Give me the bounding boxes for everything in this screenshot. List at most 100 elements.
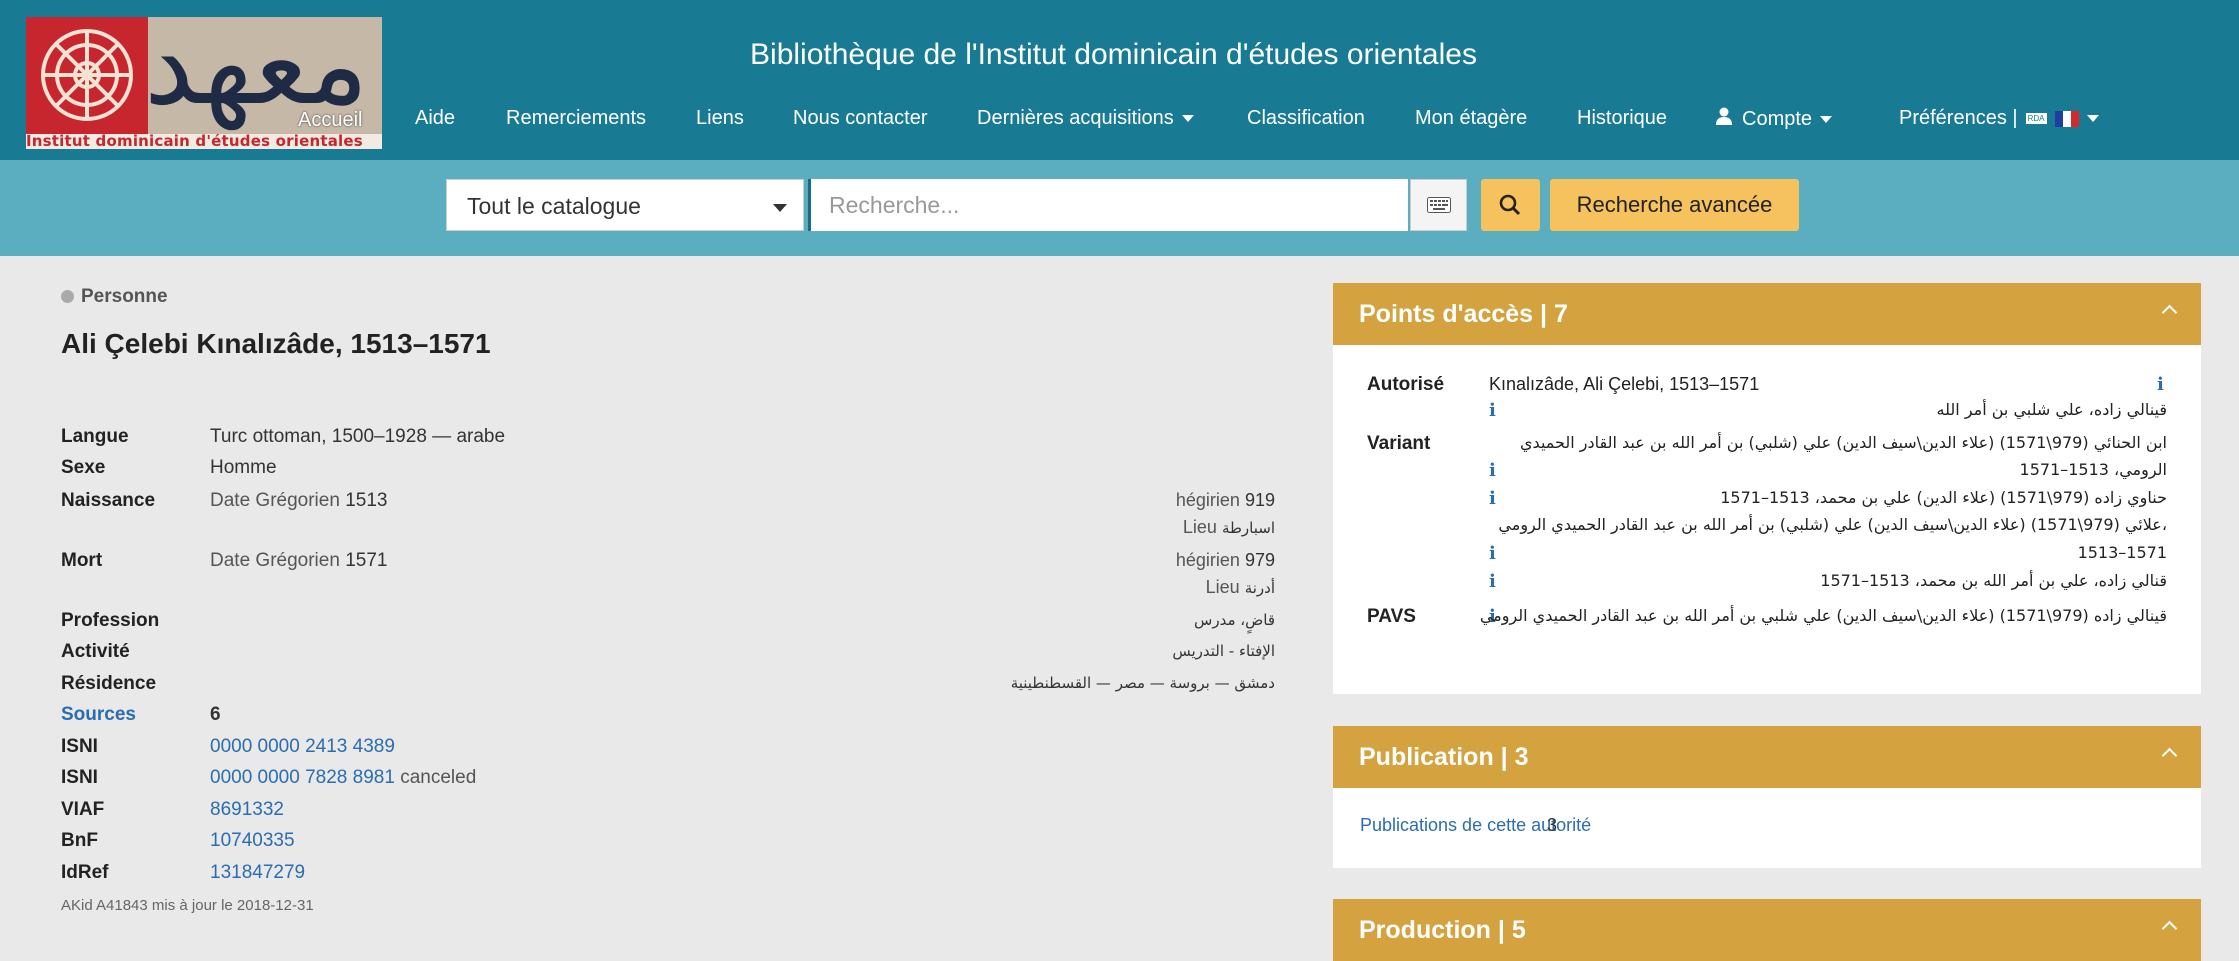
nav-liens[interactable]: Liens: [696, 107, 744, 130]
access-label-autorise: Autorisé: [1367, 374, 1445, 395]
panel-header-production[interactable]: Production | 5: [1333, 899, 2201, 961]
field-label-isni: ISNI: [61, 767, 98, 788]
search-button[interactable]: [1481, 179, 1540, 231]
rda-badge: RDA: [2025, 113, 2047, 125]
search-input[interactable]: [808, 179, 1408, 231]
field-label-viaf: VIAF: [61, 799, 105, 820]
greg-label: Date Grégorien: [210, 490, 340, 511]
hij-label: hégirien: [1175, 550, 1240, 570]
field-label-langue: Langue: [61, 426, 129, 447]
chevron-down-icon: [2086, 115, 2099, 123]
nav-contact[interactable]: Nous contacter: [793, 107, 928, 130]
site-title-text: Bibliothèque de l'Institut dominicain d'…: [750, 38, 1477, 71]
nav-acquisitions-label: Dernières acquisitions: [977, 107, 1174, 129]
search-icon: [1499, 194, 1521, 216]
chevron-up-icon[interactable]: [2161, 747, 2178, 764]
site-title: Bibliothèque de l'Institut dominicain d'…: [0, 38, 2239, 72]
panel-production: Production | 5: [1333, 899, 2201, 961]
panel-publication: Publication | 3 Publications de cette au…: [1333, 726, 2201, 868]
chevron-up-icon[interactable]: [2161, 304, 2178, 321]
hij-year: 979: [1244, 550, 1275, 570]
nav-historique[interactable]: Historique: [1577, 107, 1667, 130]
chevron-up-icon[interactable]: [2161, 920, 2178, 937]
field-label-residence: Résidence: [61, 673, 157, 694]
info-icon[interactable]: i: [1489, 488, 1496, 509]
field-value-residence: دمشق — بروسة — مصر — القسطنطينية: [1010, 674, 1275, 692]
info-icon[interactable]: i: [1489, 400, 1496, 421]
record-title: Ali Çelebi Kınalızâde, 1513–1571: [61, 328, 491, 359]
access-value-pavs: قينالي زاده (979\1571) (علاء الدين\سيف ا…: [1479, 606, 2167, 625]
field-value-activite: الإفتاء - التدريس: [1172, 642, 1275, 660]
access-variant-0: قينالي زاده، علي شلبي بن أمر الله: [1936, 400, 2167, 419]
top-navbar: معهد Institut dominicain d'études orient…: [0, 0, 2239, 160]
field-label-bnf: BnF: [61, 830, 98, 851]
info-icon[interactable]: i: [1489, 543, 1496, 564]
site-logo[interactable]: معهد Institut dominicain d'études orient…: [26, 17, 382, 149]
nav-compte[interactable]: Compte: [1716, 107, 1833, 131]
field-value-sexe: Homme: [210, 457, 277, 478]
lieu-label: Lieu: [1205, 577, 1240, 597]
info-icon[interactable]: i: [1489, 571, 1496, 592]
field-value-profession: قاضٍ، مدرس: [1194, 611, 1275, 629]
bnf-link[interactable]: 10740335: [210, 830, 295, 852]
panel-title: Production | 5: [1359, 916, 1526, 944]
nav-compte-label: Compte: [1742, 108, 1813, 130]
access-variant-5: 1513–1571: [2077, 543, 2167, 562]
hij-year: 919: [1244, 490, 1275, 510]
field-label-sexe: Sexe: [61, 457, 106, 478]
viaf-link[interactable]: 8691332: [210, 799, 284, 821]
logo-emblem: [26, 17, 148, 134]
field-label-idref: IdRef: [61, 862, 109, 883]
field-value-mort-hij: hégirien 979: [1176, 550, 1275, 571]
nav-acquisitions[interactable]: Dernières acquisitions: [977, 107, 1194, 130]
info-icon[interactable]: i: [1489, 460, 1496, 481]
isni-link[interactable]: 0000 0000 7828 8981: [210, 767, 395, 788]
user-icon: [1716, 107, 1732, 131]
field-label-mort: Mort: [61, 550, 103, 571]
field-label-profession: Profession: [61, 610, 160, 631]
field-value-mort-greg: Date Grégorien 1571: [210, 550, 387, 572]
record-type-dot: [61, 290, 74, 303]
nav-remerciements[interactable]: Remerciements: [506, 107, 646, 130]
panel-header-publication[interactable]: Publication | 3: [1333, 726, 2201, 788]
greg-year: 1513: [345, 490, 388, 511]
chevron-down-icon: [773, 204, 787, 212]
field-label-naissance: Naissance: [61, 490, 156, 511]
nav-accueil[interactable]: Accueil: [298, 109, 362, 132]
nav-classification[interactable]: Classification: [1247, 107, 1365, 130]
info-icon[interactable]: i: [2157, 374, 2164, 395]
field-label-sources[interactable]: Sources: [61, 704, 136, 726]
greg-label: Date Grégorien: [210, 550, 340, 571]
advanced-search-button[interactable]: Recherche avancée: [1550, 179, 1799, 231]
hij-label: hégirien: [1175, 490, 1240, 510]
nav-etagere[interactable]: Mon étagère: [1415, 107, 1527, 130]
panel-title: Points d'accès | 7: [1359, 300, 1568, 328]
keyboard-icon[interactable]: [1410, 179, 1467, 231]
panel-points-acces: Points d'accès | 7 Autorisé Kınalızâde, …: [1333, 283, 2201, 694]
lieu-value: أدرنة: [1244, 579, 1275, 597]
access-variant-4: علائي (979\1571) (علاء الدين\سيف الدين) …: [1498, 515, 2167, 534]
publications-count: 3: [1547, 815, 1558, 835]
field-label-isni: ISNI: [61, 736, 98, 757]
idref-link[interactable]: 131847279: [210, 862, 305, 884]
catalog-scope-value: Tout le catalogue: [467, 193, 641, 219]
chevron-down-icon: [1181, 115, 1194, 123]
record-type: Personne: [61, 286, 168, 308]
nav-preferences-label: Préférences: [1899, 107, 2007, 129]
lieu-value: اسبارطة: [1221, 519, 1275, 537]
logo-banner-text: Institut dominicain d'études orientales: [26, 134, 382, 149]
field-value-mort-lieu: Lieu أدرنة: [1206, 577, 1275, 598]
isni-link[interactable]: 0000 0000 2413 4389: [210, 736, 395, 758]
greg-year: 1571: [345, 550, 388, 571]
nav-separator: |: [2012, 107, 2018, 129]
access-variant-6: قنالي زاده، علي بن أمر الله بن محمد، 151…: [1820, 571, 2167, 590]
access-variant-1: ابن الحنائي (979\1571) (علاء الدين\سيف ا…: [1520, 433, 2167, 452]
panel-header-points-acces[interactable]: Points d'accès | 7: [1333, 283, 2201, 345]
catalog-scope-select[interactable]: Tout le catalogue: [446, 179, 804, 231]
access-variant-2: الرومي، 1513–1571: [2019, 460, 2167, 479]
access-label-variant: Variant: [1367, 433, 1431, 454]
field-value-isni-canceled: 0000 0000 7828 8981 canceled: [210, 767, 476, 789]
nav-preferences[interactable]: Préférences | RDA: [1899, 107, 2099, 130]
panel-title: Publication | 3: [1359, 743, 1529, 771]
nav-aide[interactable]: Aide: [415, 107, 455, 130]
